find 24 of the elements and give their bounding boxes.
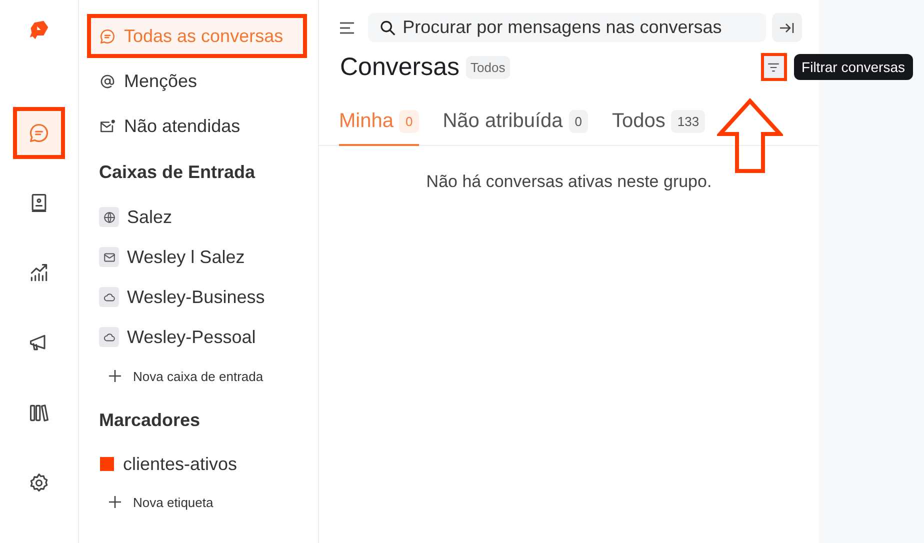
- tab-label: Todos: [612, 110, 666, 132]
- count-badge: 0: [399, 110, 419, 132]
- sidebar-item[interactable]: Não atendidas: [87, 104, 252, 148]
- tab-label: Não atribuída: [442, 110, 563, 132]
- sidebar-item[interactable]: Menções: [87, 59, 210, 103]
- tab-label: Minha: [339, 110, 394, 132]
- inbox-item[interactable]: Wesley-Pessoal: [87, 317, 256, 357]
- status-badge: Todos: [466, 56, 510, 78]
- count-badge: 133: [671, 110, 706, 132]
- label-item[interactable]: clientes-ativos: [87, 445, 238, 483]
- section-heading: Marcadores: [99, 409, 200, 432]
- add-label-link[interactable]: Nova etiqueta: [87, 483, 214, 521]
- count-badge: 0: [568, 110, 588, 132]
- inbox-item[interactable]: Wesley l Salez: [87, 237, 245, 277]
- inbox-item[interactable]: Wesley-Business: [87, 277, 265, 317]
- page-title: Conversas: [340, 52, 460, 82]
- empty-message: Não há conversas ativas neste grupo.: [425, 172, 713, 192]
- section-heading: Caixas de Entrada: [99, 161, 256, 184]
- tab[interactable]: Todos 133: [612, 98, 706, 146]
- add-inbox-link[interactable]: Nova caixa de entrada: [87, 357, 264, 395]
- search-field[interactable]: Procurar por mensagens nas conversas: [368, 13, 766, 42]
- tooltip: Filtrar conversas: [794, 54, 913, 80]
- tab[interactable]: Não atribuída 0: [442, 98, 588, 146]
- inbox-item[interactable]: Salez: [87, 197, 172, 237]
